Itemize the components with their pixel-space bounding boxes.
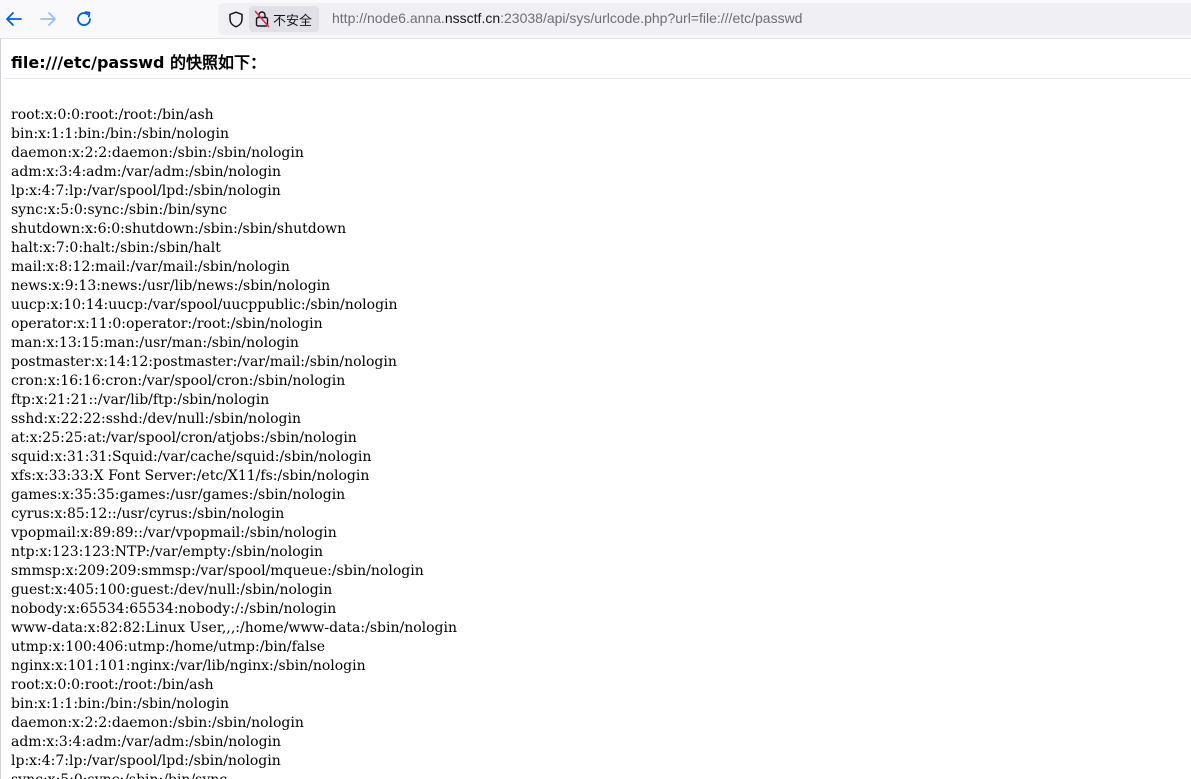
file-contents: root:x:0:0:root:/root:/bin/ash bin:x:1:1… — [11, 106, 457, 779]
passwd-line: daemon:x:2:2:daemon:/sbin:/sbin/nologin — [11, 145, 304, 161]
back-button[interactable] — [0, 5, 28, 33]
passwd-line: vpopmail:x:89:89::/var/vpopmail:/sbin/no… — [11, 525, 337, 541]
passwd-line: bin:x:1:1:bin:/bin:/sbin/nologin — [11, 126, 229, 142]
arrow-left-icon — [6, 12, 22, 26]
browser-toolbar: 不安全 http://node6.anna.nssctf.cn:23038/ap… — [0, 0, 1191, 39]
insecure-lock-icon — [254, 10, 270, 28]
connection-insecure-badge[interactable]: 不安全 — [249, 6, 320, 32]
insecure-label: 不安全 — [273, 12, 313, 28]
url-host: nssctf.cn — [444, 10, 501, 26]
tracking-protection-button[interactable] — [226, 9, 246, 29]
passwd-line: squid:x:31:31:Squid:/var/cache/squid:/sb… — [11, 449, 372, 465]
passwd-line: cyrus:x:85:12::/usr/cyrus:/sbin/nologin — [11, 506, 285, 522]
passwd-line: games:x:35:35:games:/usr/games:/sbin/nol… — [11, 487, 346, 503]
address-bar[interactable]: 不安全 http://node6.anna.nssctf.cn:23038/ap… — [218, 3, 1191, 35]
url-prefix: http://node6.anna. — [332, 10, 445, 26]
heading-divider — [4, 78, 1191, 79]
passwd-line: operator:x:11:0:operator:/root:/sbin/nol… — [11, 316, 323, 332]
forward-button[interactable] — [34, 5, 62, 33]
passwd-line: daemon:x:2:2:daemon:/sbin:/sbin/nologin — [11, 715, 304, 731]
shield-icon — [229, 10, 243, 28]
passwd-line: xfs:x:33:33:X Font Server:/etc/X11/fs:/s… — [11, 468, 370, 484]
page-content: file:///etc/passwd 的快照如下： root:x:0:0:roo… — [0, 39, 1191, 779]
passwd-line: smmsp:x:209:209:smmsp:/var/spool/mqueue:… — [11, 563, 424, 579]
passwd-line: sync:x:5:0:sync:/sbin:/bin/sync — [11, 202, 228, 218]
passwd-line: cron:x:16:16:cron:/var/spool/cron:/sbin/… — [11, 373, 346, 389]
passwd-line: root:x:0:0:root:/root:/bin/ash — [11, 677, 214, 693]
passwd-line: postmaster:x:14:12:postmaster:/var/mail:… — [11, 354, 397, 370]
passwd-line: lp:x:4:7:lp:/var/spool/lpd:/sbin/nologin — [11, 753, 281, 769]
page-heading: file:///etc/passwd 的快照如下： — [11, 53, 267, 72]
url-text[interactable]: http://node6.anna.nssctf.cn:23038/api/sy… — [332, 10, 802, 26]
passwd-line: uucp:x:10:14:uucp:/var/spool/uucppublic:… — [11, 297, 398, 313]
passwd-line: ftp:x:21:21::/var/lib/ftp:/sbin/nologin — [11, 392, 270, 408]
passwd-line: root:x:0:0:root:/root:/bin/ash — [11, 107, 214, 123]
passwd-line: sync:x:5:0:sync:/sbin:/bin/sync — [11, 772, 227, 779]
passwd-line: ntp:x:123:123:NTP:/var/empty:/sbin/nolog… — [11, 544, 324, 560]
arrow-right-icon — [40, 12, 56, 26]
passwd-line: guest:x:405:100:guest:/dev/null:/sbin/no… — [11, 582, 333, 598]
passwd-line: nobody:x:65534:65534:nobody:/:/sbin/nolo… — [11, 601, 337, 617]
reload-button[interactable] — [70, 5, 98, 33]
passwd-line: halt:x:7:0:halt:/sbin:/sbin/halt — [11, 240, 221, 256]
passwd-line: bin:x:1:1:bin:/bin:/sbin/nologin — [11, 696, 229, 712]
reload-icon — [77, 11, 91, 26]
passwd-line: shutdown:x:6:0:shutdown:/sbin:/sbin/shut… — [11, 221, 347, 237]
passwd-line: utmp:x:100:406:utmp:/home/utmp:/bin/fals… — [11, 639, 326, 655]
passwd-line: lp:x:4:7:lp:/var/spool/lpd:/sbin/nologin — [11, 183, 281, 199]
passwd-line: mail:x:8:12:mail:/var/mail:/sbin/nologin — [11, 259, 290, 275]
passwd-line: at:x:25:25:at:/var/spool/cron/atjobs:/sb… — [11, 430, 357, 446]
passwd-line: adm:x:3:4:adm:/var/adm:/sbin/nologin — [11, 734, 282, 750]
passwd-line: adm:x:3:4:adm:/var/adm:/sbin/nologin — [11, 164, 282, 180]
passwd-line: man:x:13:15:man:/usr/man:/sbin/nologin — [11, 335, 299, 351]
passwd-line: www-data:x:82:82:Linux User,,,:/home/www… — [11, 620, 457, 636]
passwd-line: nginx:x:101:101:nginx:/var/lib/nginx:/sb… — [11, 658, 366, 674]
passwd-line: sshd:x:22:22:sshd:/dev/null:/sbin/nologi… — [11, 411, 301, 427]
passwd-line: news:x:9:13:news:/usr/lib/news:/sbin/nol… — [11, 278, 331, 294]
url-suffix: :23038/api/sys/urlcode.php?url=file:///e… — [500, 10, 803, 26]
